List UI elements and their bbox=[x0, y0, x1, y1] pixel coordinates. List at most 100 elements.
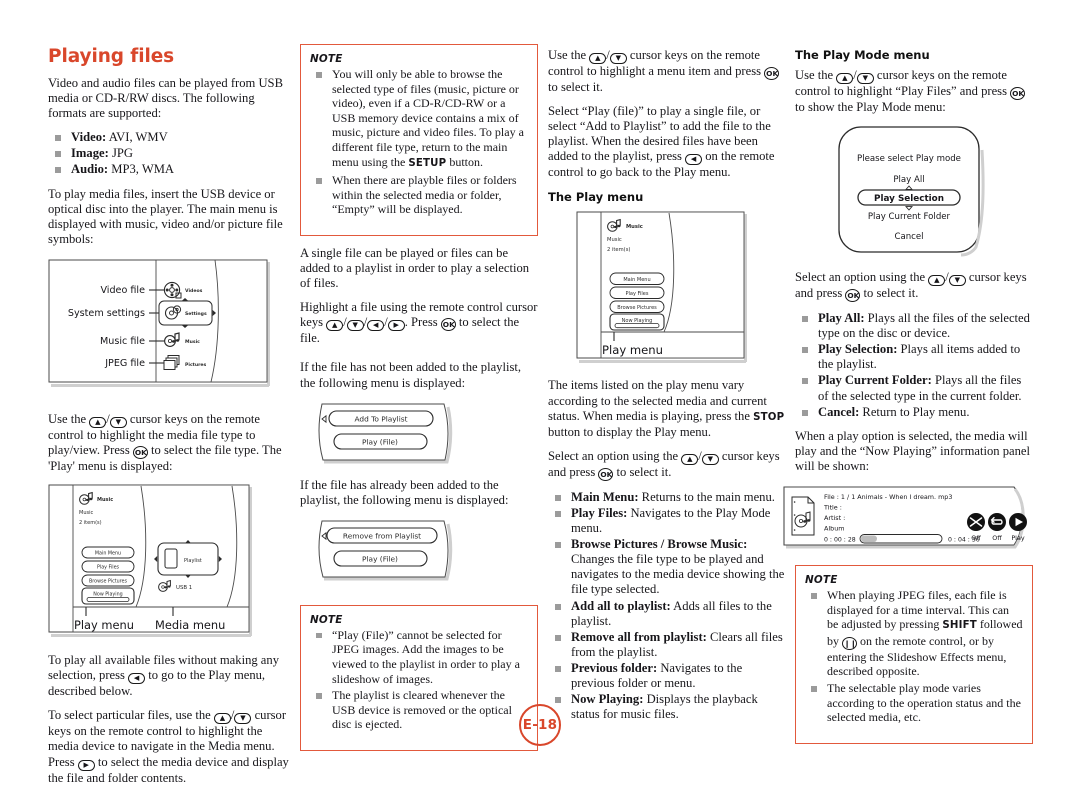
column-two: NOTE You will only be able to browse the… bbox=[300, 44, 538, 761]
select-option-paragraph: Select an option using the ▲ / ▼ cursor ke… bbox=[548, 448, 780, 481]
callout-video-file: Video file bbox=[100, 285, 145, 296]
figure-main-menu: Videos Settings Music Pictures Video fil… bbox=[48, 256, 296, 402]
page-number-badge: E-18 bbox=[519, 704, 561, 746]
svg-text:Music: Music bbox=[185, 339, 200, 345]
column-four: The Play Mode menu Use the ▲ / ▼ cursor ke… bbox=[783, 48, 1033, 754]
manual-page: Playing files Video and audio files can … bbox=[0, 0, 1080, 785]
setup-button-name: SETUP bbox=[408, 157, 447, 169]
svg-text:2 item(s): 2 item(s) bbox=[79, 520, 102, 526]
list-item: Cancel: Return to Play menu. bbox=[795, 405, 1033, 420]
show-play-mode-paragraph: Use the ▲ / ▼ cursor keys on the remote co… bbox=[795, 68, 1026, 114]
left-key-icon: ◀ bbox=[367, 320, 385, 332]
figure-play-and-media-menu: Music Music 2 item(s) Main Menu Play Fil… bbox=[48, 483, 296, 643]
up-key-icon: ▲ bbox=[928, 275, 946, 287]
down-key-icon: ▼ bbox=[948, 275, 966, 287]
shuffle-icon bbox=[967, 513, 985, 532]
list-item: Play Current Folder: Plays all the files… bbox=[795, 373, 1033, 403]
svg-text:Main Menu: Main Menu bbox=[623, 277, 650, 283]
svg-text:Now Playing: Now Playing bbox=[93, 592, 122, 598]
now-playing-file-line: File : 1 / 1 Animals - When I dream. mp3 bbox=[824, 493, 952, 501]
format-label: Image: bbox=[71, 146, 109, 161]
formats-list: Video: AVI, WMV Image: JPG Audio: MP3, W… bbox=[48, 130, 296, 177]
ok-key-icon: OK bbox=[440, 318, 456, 332]
select-option-paragraph: Select an option using the ▲ / ▼ cursor ke… bbox=[795, 270, 1027, 303]
up-key-icon: ▲ bbox=[836, 73, 854, 84]
page-title: Playing files bbox=[48, 46, 175, 67]
svg-text:Videos: Videos bbox=[185, 288, 203, 294]
list-item: The selectable play mode varies accordin… bbox=[805, 681, 1023, 725]
now-playing-paragraph: When a play option is selected, the medi… bbox=[795, 428, 1031, 473]
music-file-icon bbox=[791, 496, 815, 536]
caption-play-menu: Play menu bbox=[602, 343, 663, 357]
up-key-icon: ▲ bbox=[681, 453, 699, 465]
list-item: Play Files: Navigates to the Play Mode m… bbox=[548, 506, 788, 536]
menu-option-remove-from-playlist: Remove from Playlist bbox=[343, 531, 421, 540]
note-box-browsing: NOTE You will only be able to browse the… bbox=[300, 44, 538, 236]
ok-key-icon: OK bbox=[132, 446, 148, 460]
list-item: Browse Pictures / Browse Music: Changes … bbox=[548, 537, 788, 597]
left-key-icon: ◀ bbox=[128, 673, 146, 685]
column-one: Playing files Video and audio files can … bbox=[48, 46, 296, 795]
format-label: Audio: bbox=[71, 162, 109, 177]
svg-text:Music: Music bbox=[607, 237, 622, 243]
up-key-icon: ▲ bbox=[213, 713, 231, 725]
list-item: Play All: Plays all the files of the sel… bbox=[795, 311, 1033, 341]
list-item: “Play (File)” cannot be selected for JPE… bbox=[310, 628, 528, 686]
play-mode-option-list: Play All: Plays all the files of the sel… bbox=[795, 311, 1033, 420]
up-key-icon: ▲ bbox=[89, 416, 107, 428]
menu-option-play-file: Play (File) bbox=[362, 554, 398, 563]
format-label: Video: bbox=[71, 130, 107, 145]
figure-play-mode-menu: Please select Play mode Play All Play Se… bbox=[837, 125, 1033, 260]
highlight-file-paragraph: Highlight a file using the remote contro… bbox=[300, 300, 538, 346]
cursor-keys-paragraph: Use the ▲ / ▼ cursor keys on the remote co… bbox=[48, 411, 282, 474]
play-mode-option-play-selection: Play Selection bbox=[874, 194, 944, 204]
ok-key-icon: OK bbox=[1010, 87, 1026, 100]
down-key-icon: ▼ bbox=[109, 416, 127, 428]
intro-paragraph: Video and audio files can be played from… bbox=[48, 76, 283, 121]
list-item: Play Selection: Plays all items added to… bbox=[795, 342, 1033, 372]
shift-button-name: SHIFT bbox=[942, 620, 977, 632]
list-item: Previous folder: Navigates to the previo… bbox=[548, 661, 788, 691]
list-item: Video: AVI, WMV bbox=[48, 130, 296, 145]
figure-add-to-playlist-menu: Add To Playlist Play (File) bbox=[312, 400, 538, 466]
column-three: Use the ▲ / ▼ cursor keys on the remote co… bbox=[548, 48, 788, 731]
down-key-icon: ▼ bbox=[701, 453, 719, 465]
down-key-icon: ▼ bbox=[234, 713, 252, 725]
note-label: NOTE bbox=[805, 574, 838, 587]
left-key-icon: ◀ bbox=[685, 154, 703, 166]
up-key-icon: ▲ bbox=[589, 53, 607, 64]
format-value: MP3, WMA bbox=[111, 162, 174, 177]
play-mode-option-cancel: Cancel bbox=[894, 232, 923, 242]
svg-text:USB 1: USB 1 bbox=[176, 585, 192, 591]
play-menu-option-list: Main Menu: Returns to the main menu. Pla… bbox=[548, 490, 788, 722]
play-mode-option-play-current-folder: Play Current Folder bbox=[868, 212, 951, 222]
now-playing-elapsed: 0 : 00 : 28 bbox=[824, 537, 856, 544]
figure-now-playing-panel: File : 1 / 1 Animals - When I dream. mp3… bbox=[782, 483, 1033, 555]
callout-music-file: Music file bbox=[100, 336, 145, 347]
note-box-jpeg-interval: NOTE When playing JPEG files, each file … bbox=[795, 565, 1033, 744]
list-item: You will only be able to browse the sele… bbox=[310, 67, 528, 171]
note-items: When playing JPEG files, each file is di… bbox=[805, 588, 1023, 725]
highlight-menu-item-paragraph: Use the ▲ / ▼ cursor keys on the remote co… bbox=[548, 48, 780, 94]
list-item: When there are playble files or folders … bbox=[310, 173, 528, 217]
now-playing-title-line: Title : bbox=[823, 504, 842, 512]
menu-option-add-to-playlist: Add To Playlist bbox=[354, 414, 407, 423]
svg-text:Main Menu: Main Menu bbox=[95, 551, 121, 557]
pictures-icon bbox=[163, 354, 180, 370]
not-added-paragraph: If the file has not been added to the pl… bbox=[300, 360, 522, 390]
caption-play-menu: Play menu bbox=[74, 618, 134, 632]
heading-play-menu: The Play menu bbox=[548, 190, 644, 205]
note-label: NOTE bbox=[310, 53, 343, 65]
svg-text:Play Files: Play Files bbox=[626, 291, 649, 297]
pause-key-icon: ❙❙ bbox=[842, 636, 857, 650]
figure-play-menu: Music Music 2 item(s) Main Menu Play Fil… bbox=[576, 210, 788, 368]
single-file-paragraph: A single file can be played or files can… bbox=[300, 245, 530, 291]
list-item: When playing JPEG files, each file is di… bbox=[805, 588, 1023, 679]
list-item: Now Playing: Displays the playback statu… bbox=[548, 692, 788, 722]
ok-key-icon: OK bbox=[845, 289, 861, 303]
format-value: JPG bbox=[111, 146, 133, 161]
svg-text:2 item(s): 2 item(s) bbox=[607, 247, 630, 253]
play-menu-items-vary-paragraph: The items listed on the play menu vary a… bbox=[548, 378, 785, 439]
figure-remove-from-playlist-menu: Remove from Playlist Play (File) bbox=[312, 517, 538, 583]
svg-text:Music: Music bbox=[79, 510, 93, 516]
